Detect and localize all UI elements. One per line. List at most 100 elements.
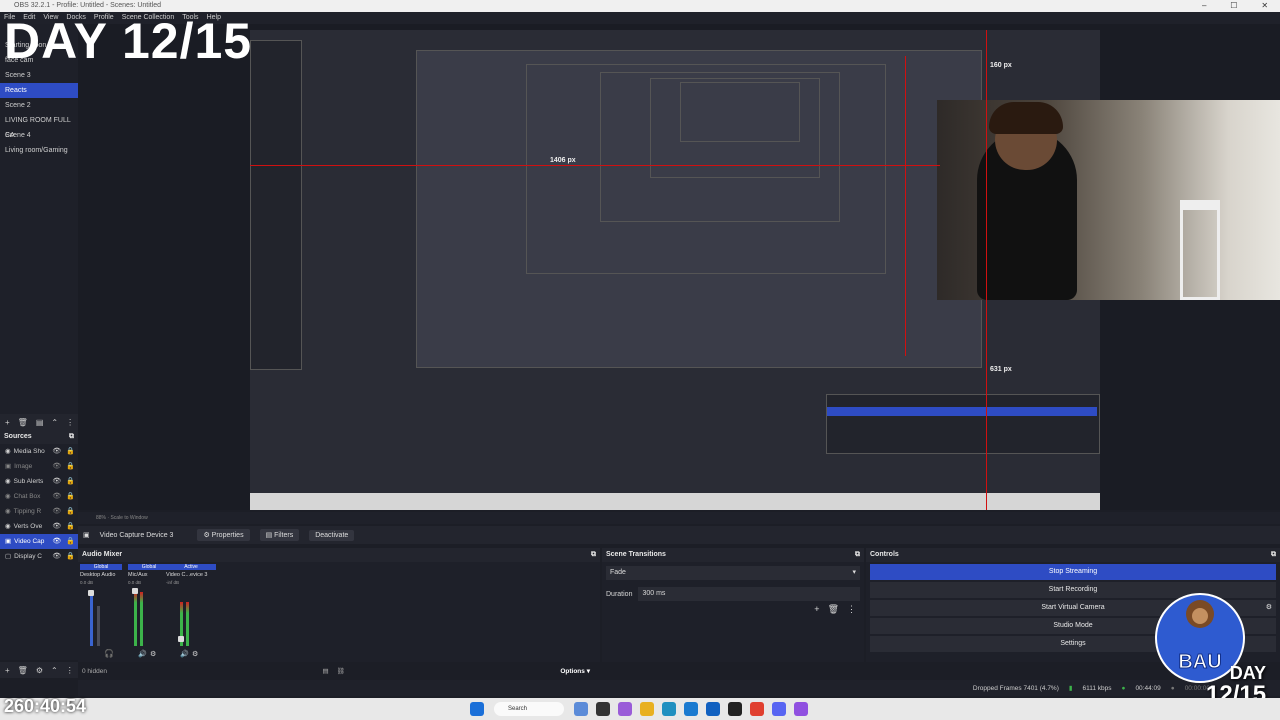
file-explorer-icon[interactable]	[640, 702, 654, 716]
taskbar-search-label: Search	[508, 706, 528, 712]
source-item[interactable]: ▢ Display C 👁 🔒	[0, 549, 78, 564]
maximize-button[interactable]: ☐	[1230, 0, 1237, 12]
stop-streaming-button[interactable]: Stop Streaming	[870, 564, 1276, 580]
scene-item-living-room-gaming[interactable]: Living room/Gaming	[0, 143, 78, 158]
scene-transitions-title: Scene Transitions	[606, 551, 666, 558]
more-icon[interactable]: ⋮	[66, 418, 74, 427]
gear-icon[interactable]: ⚙	[150, 650, 156, 658]
guide-line-horizontal	[250, 165, 940, 166]
source-item[interactable]: ▣ Video Cap 👁 🔒	[0, 534, 78, 549]
minimize-button[interactable]: –	[1202, 0, 1206, 12]
source-item[interactable]: ▣ Image 👁 🔒	[0, 459, 78, 474]
audio-mixer-dock: Audio Mixer ⧉ Global Desktop Audio 0.0 d…	[78, 548, 600, 662]
visibility-eye-icon[interactable]: 👁	[52, 519, 61, 534]
scene-item-scene-2[interactable]: Scene 2	[0, 98, 78, 113]
source-item[interactable]: ◉ Tipping R 👁 🔒	[0, 504, 78, 519]
obs-icon[interactable]	[728, 702, 742, 716]
lock-icon[interactable]: 🔒	[66, 489, 75, 504]
source-item[interactable]: ◉ Media Sho 👁 🔒	[0, 444, 78, 459]
store-icon[interactable]	[684, 702, 698, 716]
discord-icon[interactable]	[772, 702, 786, 716]
visibility-eye-icon[interactable]: 👁	[52, 489, 61, 504]
lock-icon[interactable]: 🔒	[66, 444, 75, 459]
monitor-icon[interactable]: 🎧	[104, 649, 114, 658]
gear-icon[interactable]: ⚙	[192, 650, 198, 658]
source-properties-icon[interactable]: ⚙	[36, 666, 43, 675]
filters-button[interactable]: ▤ Filters	[259, 529, 300, 541]
speaker-icon[interactable]: 🔊	[138, 650, 147, 658]
start-icon[interactable]	[470, 702, 484, 716]
channel-name[interactable]: Video C...evice 3	[166, 572, 216, 578]
visibility-eye-icon[interactable]: 👁	[52, 534, 61, 549]
remove-transition-icon[interactable]: 🗑	[828, 604, 839, 615]
transition-select[interactable]: Fade ▾	[606, 566, 860, 580]
nested-controls-dock	[826, 394, 1100, 454]
visibility-eye-icon[interactable]: 👁	[52, 504, 61, 519]
visibility-eye-icon[interactable]: 👁	[52, 549, 61, 564]
scene-item-living-room-full[interactable]: LIVING ROOM FULL CA	[0, 113, 78, 139]
sources-title: Sources	[4, 433, 32, 440]
edge-icon[interactable]	[662, 702, 676, 716]
sources-header: Sources ⧉	[0, 430, 78, 444]
more-icon[interactable]: ⋮	[847, 604, 856, 615]
lock-icon[interactable]: 🔒	[66, 459, 75, 474]
source-item[interactable]: ◉ Verts Ove 👁 🔒	[0, 519, 78, 534]
chrome-icon[interactable]	[750, 702, 764, 716]
source-type-icon: ◉	[5, 448, 11, 455]
copilot-icon[interactable]	[618, 702, 632, 716]
widgets-icon[interactable]	[596, 702, 610, 716]
source-label: Media Sho	[13, 448, 45, 455]
deactivate-button[interactable]: Deactivate	[309, 529, 355, 541]
scene-item-scene-4[interactable]: Scene 4	[0, 128, 78, 143]
lock-icon[interactable]: 🔒	[66, 519, 75, 534]
taskbar-search[interactable]: Search	[494, 702, 564, 716]
add-scene-icon[interactable]: +	[5, 418, 10, 427]
visibility-eye-icon[interactable]: 👁	[52, 459, 61, 474]
scene-item-scene-3[interactable]: Scene 3	[0, 68, 78, 83]
volume-meter	[90, 596, 93, 646]
scene-transitions-header: Scene Transitions ⧉	[602, 548, 864, 562]
visibility-eye-icon[interactable]: 👁	[52, 474, 61, 489]
scene-filters-icon[interactable]: ▤	[36, 418, 44, 427]
scene-item-reacts[interactable]: Reacts	[0, 83, 78, 98]
twitch-icon[interactable]	[794, 702, 808, 716]
source-item[interactable]: ◉ Chat Box 👁 🔒	[0, 489, 78, 504]
lock-icon[interactable]: 🔒	[66, 474, 75, 489]
virtual-camera-label: Start Virtual Camera	[1041, 604, 1105, 611]
channel-name[interactable]: Mic/Aux	[128, 572, 170, 578]
source-item[interactable]: ◉ Sub Alerts 👁 🔒	[0, 474, 78, 489]
undock-icon[interactable]: ⧉	[591, 548, 596, 562]
lock-icon[interactable]: 🔒	[66, 504, 75, 519]
mixer-options-button[interactable]: Options ▾	[560, 667, 590, 675]
chair	[1180, 200, 1220, 300]
lock-icon[interactable]: 🔒	[66, 549, 75, 564]
window-title: OBS 32.2.1 - Profile: Untitled - Scenes:…	[14, 2, 162, 9]
add-source-icon[interactable]: +	[5, 666, 10, 675]
remove-source-icon[interactable]: 🗑	[18, 666, 28, 675]
move-up-icon[interactable]: ⌃	[51, 666, 58, 675]
undock-icon[interactable]: ⧉	[69, 430, 74, 444]
add-transition-icon[interactable]: +	[814, 604, 819, 615]
properties-button[interactable]: ⚙ Properties	[197, 529, 250, 541]
speaker-icon[interactable]: 🔊	[180, 650, 189, 658]
mixer-layout-icon[interactable]: ▤	[322, 667, 328, 675]
lock-icon[interactable]: 🔒	[66, 534, 75, 549]
move-up-icon[interactable]: ⌃	[51, 418, 58, 427]
preview-zoom-bar[interactable]: 88% · Scale to Window	[78, 512, 1280, 524]
volume-fader[interactable]	[178, 636, 184, 642]
controls-header: Controls ⧉	[866, 548, 1280, 562]
mixer-link-icon[interactable]: ⛓	[337, 667, 345, 675]
volume-fader[interactable]	[88, 590, 94, 596]
undock-icon[interactable]: ⧉	[855, 548, 860, 562]
visibility-eye-icon[interactable]: 👁	[52, 444, 61, 459]
remove-scene-icon[interactable]: 🗑	[18, 418, 28, 427]
undock-icon[interactable]: ⧉	[1271, 548, 1276, 562]
channel-name[interactable]: Desktop Audio	[80, 572, 122, 578]
task-view-icon[interactable]	[574, 702, 588, 716]
mail-icon[interactable]	[706, 702, 720, 716]
more-icon[interactable]: ⋮	[66, 666, 74, 675]
close-button[interactable]: ✕	[1261, 0, 1268, 12]
gear-icon[interactable]: ⚙	[1266, 600, 1272, 616]
duration-input[interactable]: 300 ms	[638, 587, 860, 601]
volume-fader[interactable]	[132, 588, 138, 594]
